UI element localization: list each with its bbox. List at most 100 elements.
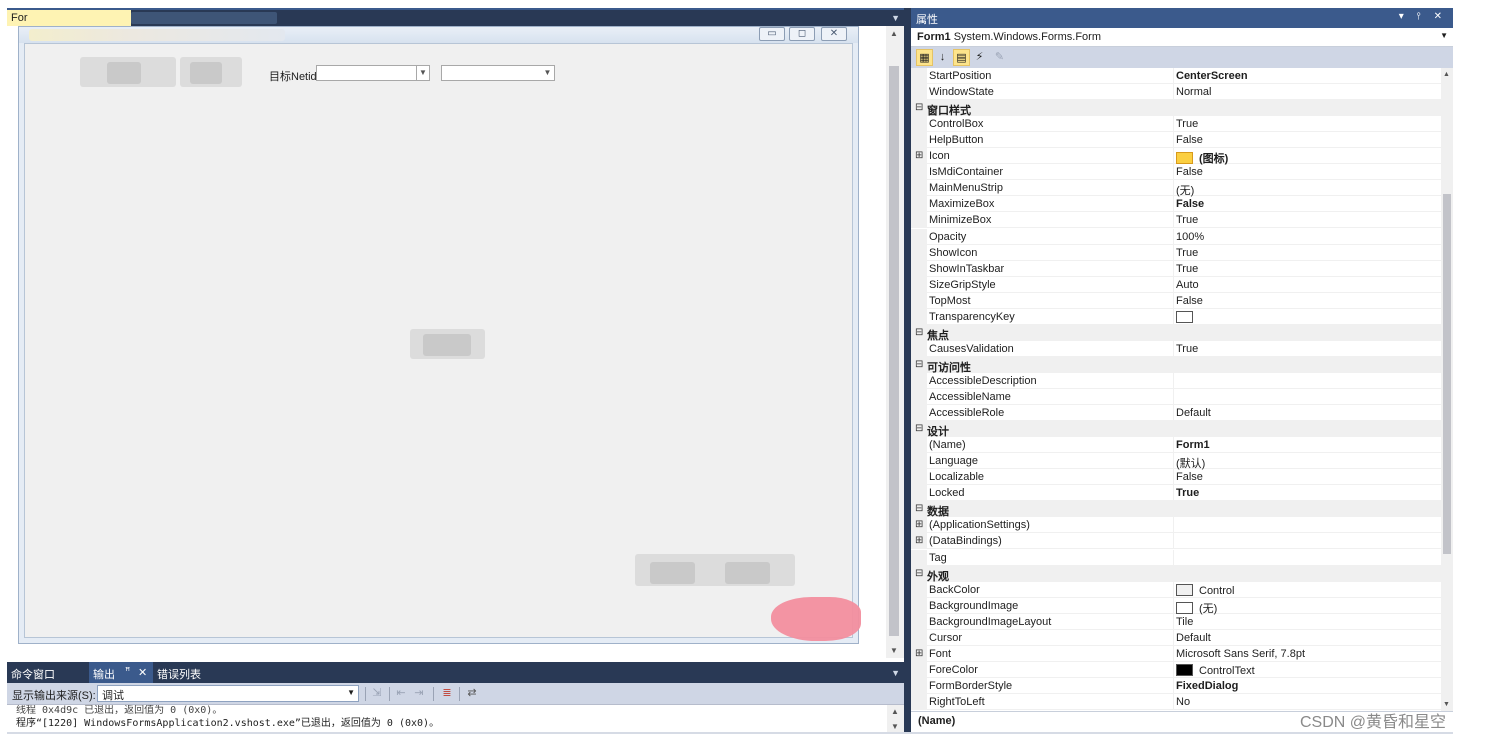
property-value[interactable]: (默认) — [1173, 453, 1441, 470]
property-row[interactable]: StartPosition CenterScreen — [911, 68, 1441, 84]
property-row[interactable]: BackColor Control — [911, 581, 1441, 598]
property-row[interactable]: WindowState Normal — [911, 84, 1441, 101]
property-row[interactable]: CausesValidation True — [911, 340, 1441, 357]
scroll-thumb[interactable] — [889, 66, 899, 636]
property-value[interactable]: True — [1173, 212, 1441, 229]
next-message-icon[interactable]: ⇥ — [411, 686, 427, 702]
collapse-icon[interactable]: ⊟ — [915, 327, 923, 338]
property-value[interactable] — [1173, 389, 1441, 405]
property-row[interactable]: TopMost False — [911, 292, 1441, 309]
property-row[interactable]: IsMdiContainer False — [911, 164, 1441, 181]
collapse-icon[interactable]: ⊟ — [915, 423, 923, 434]
word-wrap-icon[interactable]: ⇄ — [464, 686, 480, 702]
property-row[interactable]: Language (默认) — [911, 453, 1441, 470]
property-row[interactable]: TransparencyKey — [911, 308, 1441, 325]
expand-icon[interactable]: ⊞ — [915, 648, 923, 659]
find-message-icon[interactable]: ⇲ — [369, 686, 385, 702]
property-category[interactable]: ⊟ 焦点 — [911, 324, 1441, 342]
property-row[interactable]: SizeGripStyle Auto — [911, 276, 1441, 293]
expand-icon[interactable]: ⊞ — [915, 535, 923, 546]
scroll-down-icon[interactable]: ▼ — [891, 722, 899, 731]
property-value[interactable] — [1173, 533, 1441, 550]
property-row[interactable]: Locked True — [911, 485, 1441, 502]
property-row[interactable]: ⊞ (ApplicationSettings) — [911, 517, 1441, 534]
property-value[interactable]: CenterScreen — [1173, 68, 1441, 84]
form-window[interactable]: ▭ ◻ ✕ 目标Netid: ▼ ▼ — [18, 26, 861, 644]
alphabetical-icon[interactable]: ↓ — [934, 49, 951, 66]
property-row[interactable]: AccessibleDescription — [911, 372, 1441, 389]
property-row[interactable]: BackgroundImage (无) — [911, 597, 1441, 615]
close-icon[interactable]: ✕ — [138, 666, 147, 679]
output-source-select[interactable]: 调试 ▼ — [97, 685, 359, 702]
property-pages-icon[interactable]: ✎ — [991, 49, 1008, 66]
property-value[interactable]: False — [1173, 292, 1441, 309]
categorized-icon[interactable]: ▦ — [916, 49, 933, 66]
property-row[interactable]: ShowInTaskbar True — [911, 260, 1441, 277]
property-value[interactable]: Auto — [1173, 276, 1441, 293]
panel-controls[interactable]: ▾ ⫯ ✕ — [1399, 11, 1447, 22]
scroll-down-icon[interactable]: ▼ — [890, 646, 898, 655]
property-category[interactable]: ⊟ 数据 — [911, 501, 1441, 518]
previous-message-icon[interactable]: ⇤ — [393, 686, 409, 702]
expand-icon[interactable]: ⊞ — [915, 150, 923, 161]
properties-icon[interactable]: ▤ — [953, 49, 970, 66]
property-value[interactable]: True — [1173, 260, 1441, 277]
netid-combobox[interactable]: ▼ — [316, 65, 430, 81]
chevron-down-icon[interactable]: ▼ — [1440, 31, 1448, 40]
property-row[interactable]: Localizable False — [911, 469, 1441, 486]
collapse-icon[interactable]: ⊟ — [915, 359, 923, 370]
tab-command-window[interactable]: 命令窗口 — [7, 662, 89, 683]
property-value[interactable]: False — [1173, 164, 1441, 181]
expand-icon[interactable]: ⊞ — [915, 519, 923, 530]
property-value[interactable]: Tile — [1173, 613, 1441, 630]
events-icon[interactable]: ⚡ — [971, 49, 988, 66]
property-category[interactable]: ⊟ 窗口样式 — [911, 100, 1441, 117]
collapse-icon[interactable]: ⊟ — [915, 503, 923, 514]
property-value[interactable]: ControlText — [1173, 661, 1441, 678]
property-row[interactable]: (Name) Form1 — [911, 437, 1441, 454]
property-row[interactable]: AccessibleRole Default — [911, 405, 1441, 422]
property-row[interactable]: MaximizeBox False — [911, 196, 1441, 213]
property-value[interactable]: Microsoft Sans Serif, 7.8pt — [1173, 645, 1441, 662]
designer-vertical-scrollbar[interactable]: ▲ ▼ — [886, 26, 904, 658]
panel-dropdown-icon[interactable]: ▼ — [891, 668, 900, 678]
collapse-icon[interactable]: ⊟ — [915, 568, 923, 579]
property-category[interactable]: ⊟ 可访问性 — [911, 356, 1441, 374]
scroll-down-icon[interactable]: ▼ — [1443, 701, 1450, 708]
property-row[interactable]: BackgroundImageLayout Tile — [911, 613, 1441, 630]
property-value[interactable]: Normal — [1173, 84, 1441, 101]
property-value[interactable]: False — [1173, 196, 1441, 213]
clear-all-icon[interactable]: ≣ — [439, 686, 455, 702]
property-value[interactable]: True — [1173, 116, 1441, 133]
secondary-combobox[interactable]: ▼ — [441, 65, 555, 81]
property-value[interactable]: (无) — [1173, 180, 1441, 197]
property-category[interactable]: ⊟ 设计 — [911, 421, 1441, 438]
property-value[interactable]: True — [1173, 485, 1441, 502]
property-value[interactable] — [1173, 549, 1441, 566]
property-row[interactable]: FormBorderStyle FixedDialog — [911, 677, 1441, 694]
output-text-area[interactable]: 线程 0x4d9c 已退出，返回值为 0 (0x0)。 程序“[1220] Wi… — [7, 705, 887, 732]
property-value[interactable]: False — [1173, 132, 1441, 149]
property-value[interactable] — [1173, 308, 1441, 325]
property-row[interactable]: ⊞ (DataBindings) — [911, 533, 1441, 550]
scroll-up-icon[interactable]: ▲ — [891, 707, 899, 716]
property-category[interactable]: ⊟ 外观 — [911, 565, 1441, 583]
tab-error-list[interactable]: 错误列表 — [153, 662, 239, 683]
chevron-down-icon[interactable]: ▼ — [347, 688, 355, 697]
property-value[interactable]: Control — [1173, 581, 1441, 598]
property-row[interactable]: ⊞ Font Microsoft Sans Serif, 7.8pt — [911, 645, 1441, 662]
scroll-thumb[interactable] — [1443, 194, 1451, 554]
scroll-up-icon[interactable]: ▲ — [890, 29, 898, 38]
output-vertical-scrollbar[interactable]: ▲ ▼ — [887, 705, 904, 732]
property-row[interactable]: HelpButton False — [911, 132, 1441, 149]
property-row[interactable]: Cursor Default — [911, 629, 1441, 646]
property-row[interactable]: ControlBox True — [911, 116, 1441, 133]
property-value[interactable]: True — [1173, 244, 1441, 261]
property-value[interactable]: 100% — [1173, 228, 1441, 245]
property-row[interactable]: MainMenuStrip (无) — [911, 180, 1441, 197]
property-value[interactable]: (无) — [1173, 597, 1441, 615]
property-value[interactable] — [1173, 372, 1441, 389]
property-value[interactable]: False — [1173, 469, 1441, 486]
chevron-down-icon[interactable]: ▼ — [416, 66, 429, 80]
property-row[interactable]: ShowIcon True — [911, 244, 1441, 261]
